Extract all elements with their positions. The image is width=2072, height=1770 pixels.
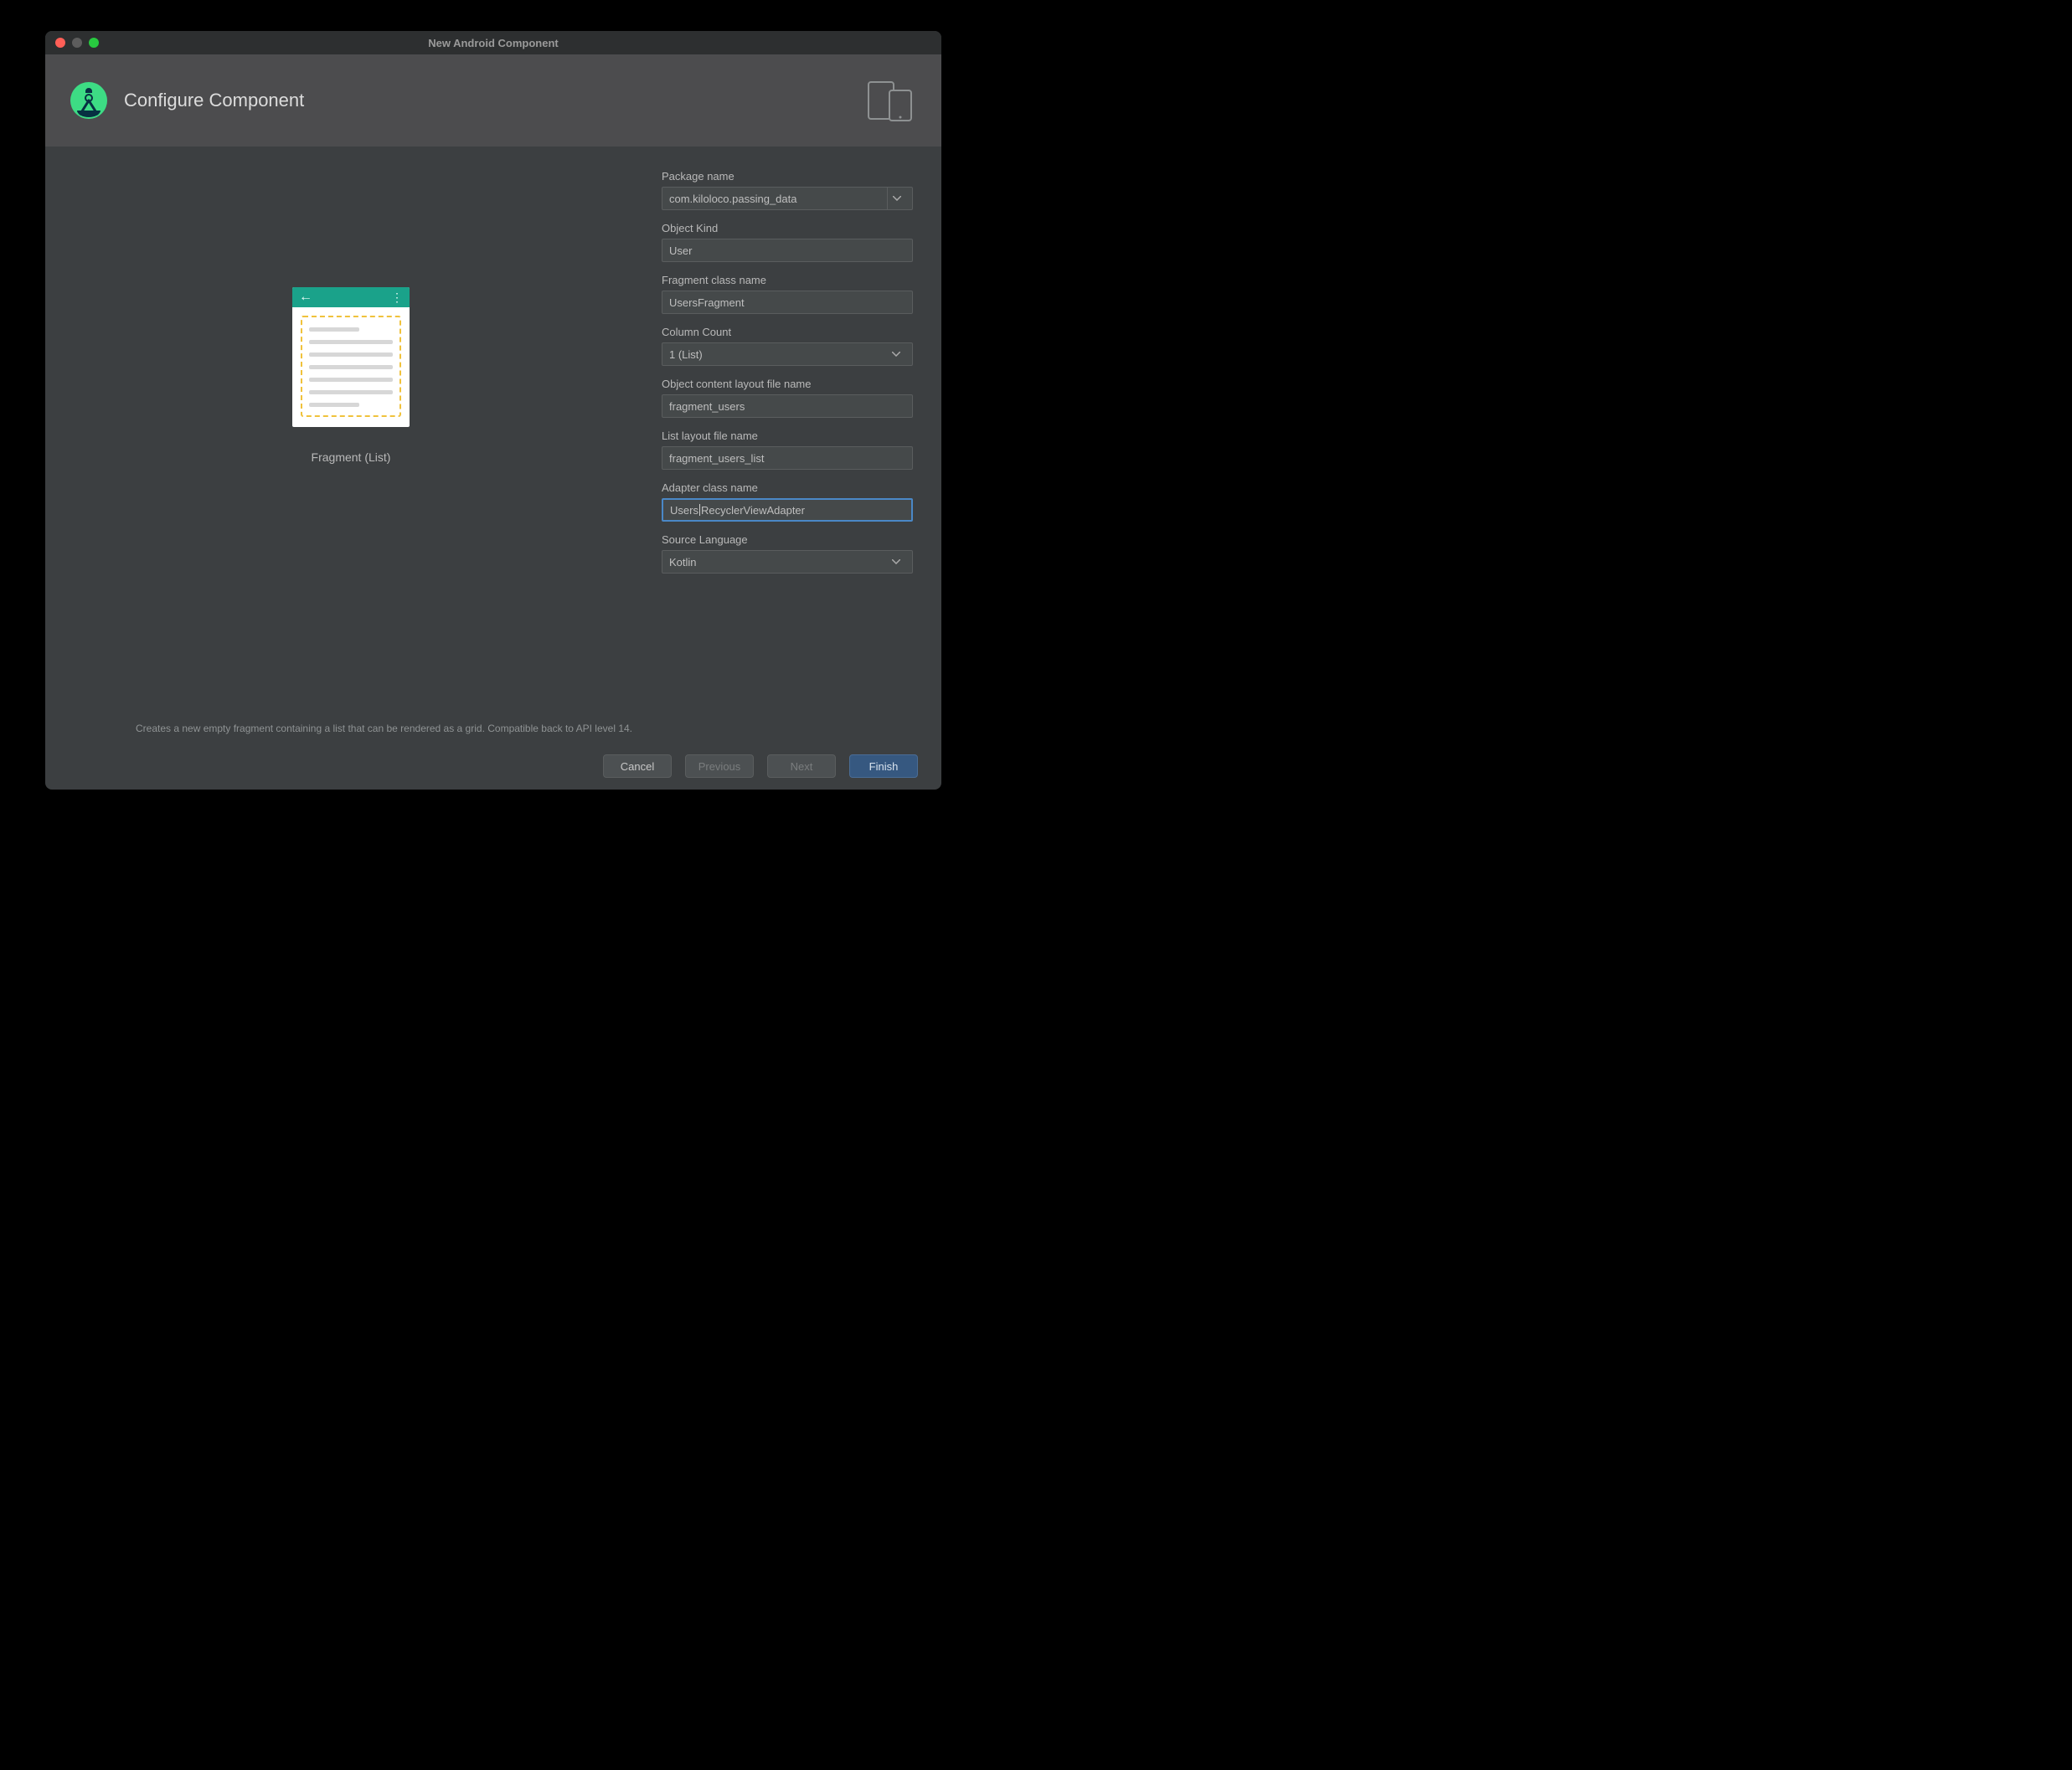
column-count-combo[interactable]: 1 (List) (662, 342, 913, 366)
overflow-icon: ⋮ (391, 291, 403, 303)
preview-list-outline (301, 316, 401, 417)
label-column-count: Column Count (662, 326, 913, 338)
preview-card: ← ⋮ (292, 287, 410, 427)
adapter-class-value-pre: Users (670, 504, 698, 517)
list-layout-input[interactable]: fragment_users_list (662, 446, 913, 470)
preview-line (309, 365, 393, 369)
column-count-value: 1 (List) (669, 348, 703, 361)
next-button[interactable]: Next (767, 754, 836, 778)
field-content-layout: Object content layout file name fragment… (662, 378, 913, 418)
dialog-window: New Android Component Configure Componen… (45, 31, 941, 790)
preview-line (309, 327, 359, 332)
form-pane: Package name com.kiloloco.passing_data O… (662, 170, 913, 714)
package-name-combo[interactable]: com.kiloloco.passing_data (662, 187, 913, 210)
dialog-header: Configure Component (45, 54, 941, 147)
field-fragment-class: Fragment class name UsersFragment (662, 274, 913, 314)
text-caret (699, 504, 700, 516)
cancel-button[interactable]: Cancel (603, 754, 672, 778)
fragment-class-value: UsersFragment (669, 296, 745, 309)
content-layout-value: fragment_users (669, 400, 745, 413)
adapter-class-value-post: RecyclerViewAdapter (701, 504, 805, 517)
label-content-layout: Object content layout file name (662, 378, 913, 390)
chevron-down-icon (887, 343, 905, 365)
previous-button[interactable]: Previous (685, 754, 754, 778)
preview-line (309, 352, 393, 357)
preview-pane: ← ⋮ Fragment (List) (74, 170, 628, 714)
label-fragment-class: Fragment class name (662, 274, 913, 286)
label-object-kind: Object Kind (662, 222, 913, 234)
preview-line (309, 390, 393, 394)
content-layout-input[interactable]: fragment_users (662, 394, 913, 418)
dialog-body: ← ⋮ Fragment (List) (45, 147, 941, 723)
source-language-value: Kotlin (669, 556, 697, 569)
fragment-class-input[interactable]: UsersFragment (662, 291, 913, 314)
field-package-name: Package name com.kiloloco.passing_data (662, 170, 913, 210)
label-source-language: Source Language (662, 533, 913, 546)
preview-caption: Fragment (List) (312, 450, 391, 464)
adapter-class-input[interactable]: UsersRecyclerViewAdapter (662, 498, 913, 522)
titlebar: New Android Component (45, 31, 941, 54)
back-arrow-icon: ← (299, 290, 312, 305)
dialog-footer: Cancel Previous Next Finish (45, 743, 941, 790)
preview-body (292, 307, 410, 427)
source-language-combo[interactable]: Kotlin (662, 550, 913, 574)
finish-button[interactable]: Finish (849, 754, 918, 778)
field-source-language: Source Language Kotlin (662, 533, 913, 574)
object-kind-value: User (669, 244, 692, 257)
window-title: New Android Component (45, 37, 941, 49)
chevron-down-icon (887, 551, 905, 573)
preview-toolbar: ← ⋮ (292, 287, 410, 307)
label-list-layout: List layout file name (662, 430, 913, 442)
object-kind-input[interactable]: User (662, 239, 913, 262)
page-title: Configure Component (124, 90, 304, 111)
devices-icon (866, 79, 916, 122)
field-adapter-class: Adapter class name UsersRecyclerViewAdap… (662, 481, 913, 522)
package-name-value: com.kiloloco.passing_data (669, 193, 796, 205)
preview-line (309, 340, 393, 344)
field-object-kind: Object Kind User (662, 222, 913, 262)
preview-line (309, 403, 359, 407)
description-text: Creates a new empty fragment containing … (45, 723, 941, 743)
label-adapter-class: Adapter class name (662, 481, 913, 494)
field-column-count: Column Count 1 (List) (662, 326, 913, 366)
label-package-name: Package name (662, 170, 913, 183)
chevron-down-icon (887, 188, 905, 209)
android-studio-icon (69, 80, 109, 121)
preview-line (309, 378, 393, 382)
list-layout-value: fragment_users_list (669, 452, 764, 465)
field-list-layout: List layout file name fragment_users_lis… (662, 430, 913, 470)
